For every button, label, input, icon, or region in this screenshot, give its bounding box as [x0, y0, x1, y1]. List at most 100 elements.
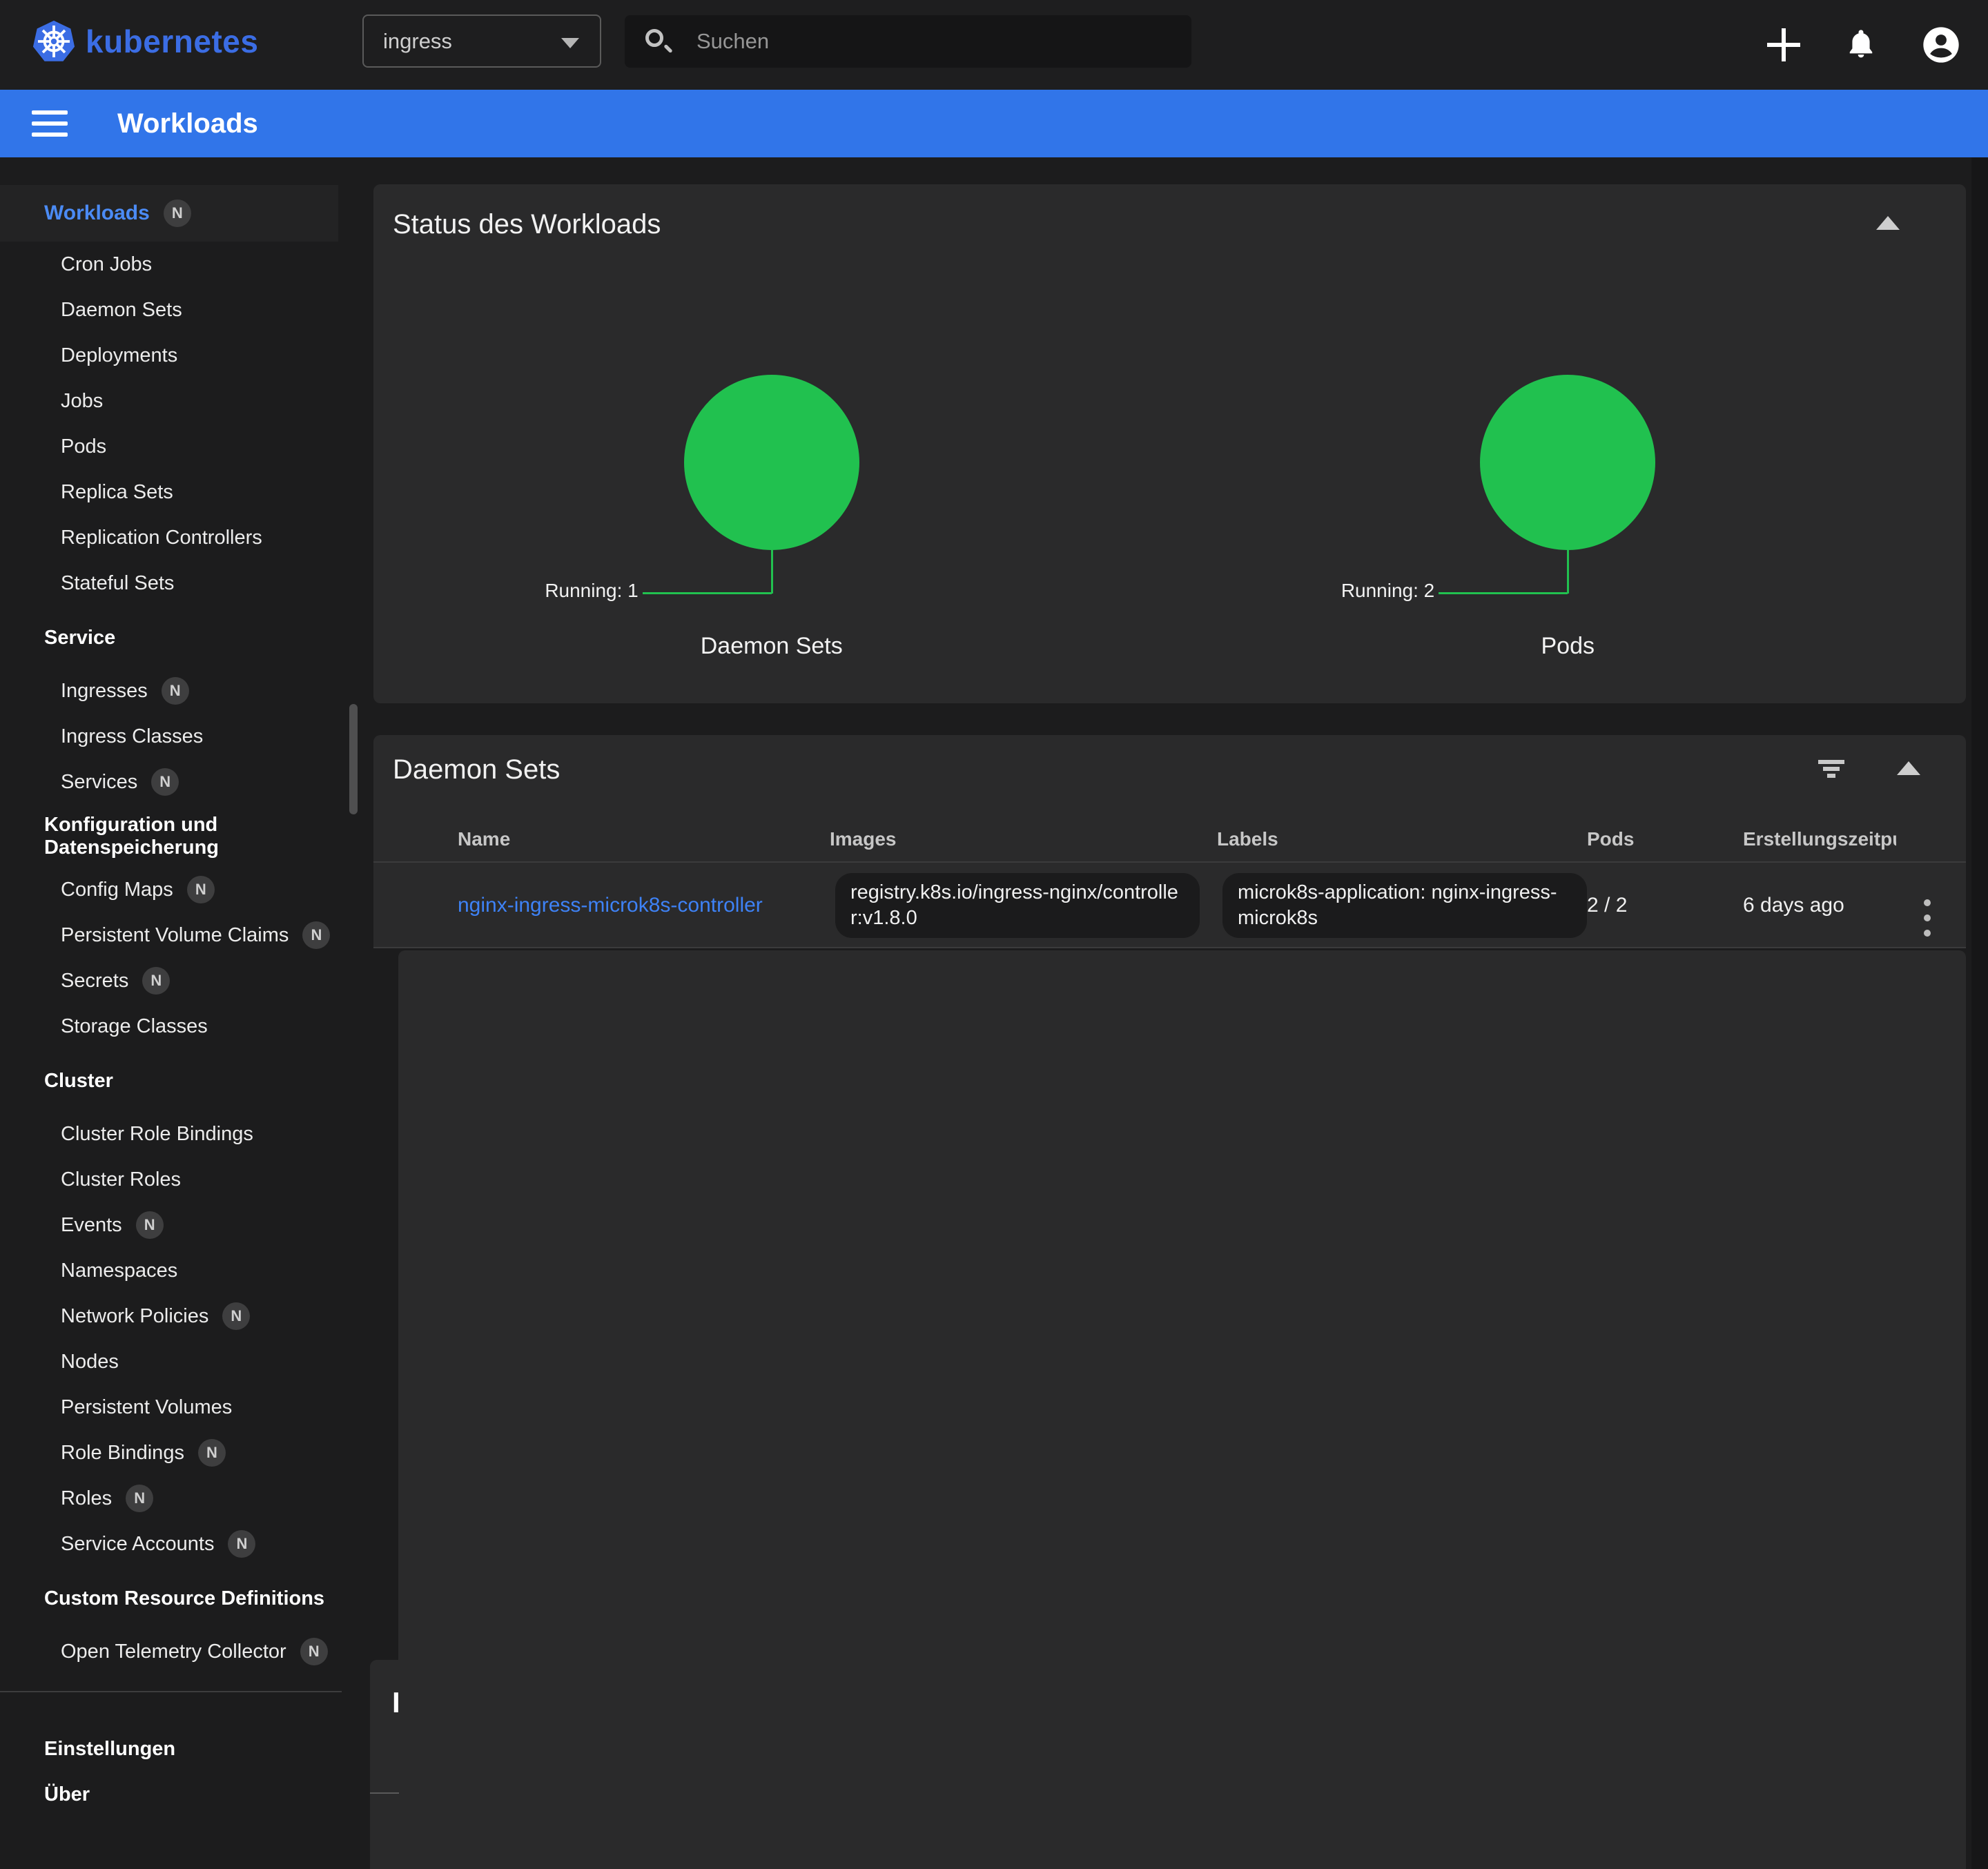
chart-callout: Running: 2 [1341, 580, 1435, 601]
column-header-pods: Pods [1587, 828, 1635, 850]
pie-chart [1480, 375, 1656, 550]
sidebar-item-open-telemetry-collector[interactable]: Open Telemetry Collector N [0, 1629, 349, 1674]
sidebar-item-label: Ingress Classes [61, 725, 204, 747]
page-title: Workloads [117, 108, 258, 139]
sidebar-item-network-policies[interactable]: Network Policies N [0, 1293, 349, 1339]
menu-hamburger-icon[interactable] [32, 110, 68, 137]
sidebar-item-label: Secrets [61, 969, 129, 992]
sidebar-item-label: Nodes [61, 1350, 119, 1373]
sidebar-item-ingresses[interactable]: Ingresses N [0, 668, 349, 714]
sidebar-item-label: Jobs [61, 389, 104, 412]
namespaced-badge: N [135, 1211, 164, 1239]
sidebar-item-replica-sets[interactable]: Replica Sets [0, 469, 349, 515]
sidebar-item-storage-classes[interactable]: Storage Classes [0, 1004, 349, 1049]
sidebar-item-config-maps[interactable]: Config Maps N [0, 867, 349, 912]
sidebar-item-label: Persistent Volume Claims [61, 923, 289, 946]
table-row: nginx-ingress-microk8s-controller registr… [373, 864, 1966, 948]
search-icon [644, 28, 673, 55]
namespaced-badge: N [151, 768, 179, 796]
pie-chart [683, 375, 859, 550]
namespaced-badge: N [161, 677, 189, 705]
sidebar-item-label: Workloads [44, 202, 150, 224]
chart-callout: Running: 1 [545, 580, 639, 601]
account-icon[interactable] [1922, 26, 1960, 64]
namespace-selector-value: ingress [383, 28, 452, 53]
sidebar-item-pods[interactable]: Pods [0, 424, 349, 469]
sidebar-item-daemon-sets[interactable]: Daemon Sets [0, 287, 349, 333]
sidebar-divider [0, 1691, 342, 1692]
partial-card-title: I [392, 1686, 399, 1719]
sidebar-item-jobs[interactable]: Jobs [0, 378, 349, 424]
sidebar-item-events[interactable]: Events N [0, 1202, 349, 1248]
column-header-name: Name [458, 828, 511, 850]
workload-status-title: Status des Workloads [393, 209, 661, 239]
namespace-selector[interactable]: ingress [362, 14, 601, 68]
sidebar-item-label: Pods [61, 435, 107, 458]
sidebar-item-ingress-classes[interactable]: Ingress Classes [0, 714, 349, 759]
status-chart-daemon-sets: Running: 1 Daemon Sets [373, 253, 1170, 695]
sidebar-item-label: Über [44, 1783, 90, 1806]
sidebar-item-cluster: Cluster [0, 1058, 349, 1104]
sidebar-item-replication-controllers[interactable]: Replication Controllers [0, 515, 349, 560]
namespaced-badge: N [163, 199, 191, 227]
daemon-sets-card: Daemon Sets Name Images Labels Pods Erstellu… [373, 735, 1966, 948]
sidebar-item-stateful-sets[interactable]: Stateful Sets [0, 560, 349, 606]
sidebar-nav: Workloads N Cron Jobs Daemon Sets Deployment… [0, 157, 349, 1869]
sidebar-item-label: Open Telemetry Collector [61, 1640, 286, 1663]
sidebar-item-role-bindings[interactable]: Role Bindings N [0, 1430, 349, 1476]
create-resource-plus-icon[interactable] [1767, 28, 1800, 61]
sidebar-item-roles[interactable]: Roles N [0, 1476, 349, 1521]
sidebar-item-cron-jobs[interactable]: Cron Jobs [0, 242, 349, 287]
search-input[interactable]: Suchen [625, 15, 1191, 68]
workload-status-card: Status des Workloads Running: 1 Daemon Se… [373, 184, 1966, 703]
namespaced-badge: N [186, 876, 215, 903]
status-chart-pods: Running: 2 Pods [1170, 253, 1967, 695]
sidebar-item-cluster-role-bindings[interactable]: Cluster Role Bindings [0, 1111, 349, 1157]
sidebar-item-namespaces[interactable]: Namespaces [0, 1248, 349, 1293]
sidebar-item-label: Events [61, 1213, 122, 1236]
sidebar-item-label: Storage Classes [61, 1015, 208, 1037]
kubernetes-logo[interactable]: kubernetes [32, 19, 258, 63]
sidebar-item-services[interactable]: Services N [0, 759, 349, 805]
sidebar-item-secrets[interactable]: Secrets N [0, 958, 349, 1004]
sidebar-item-label: Role Bindings [61, 1441, 184, 1464]
namespaced-badge: N [142, 967, 170, 995]
sidebar-item-label: Persistent Volumes [61, 1396, 233, 1418]
daemon-sets-title: Daemon Sets [393, 754, 561, 785]
namespaced-badge: N [302, 921, 331, 949]
sidebar-item-label: Einstellungen [44, 1737, 176, 1760]
daemonset-name-link[interactable]: nginx-ingress-microk8s-controller [458, 894, 763, 917]
sidebar-item-label: Service Accounts [61, 1532, 215, 1555]
filter-icon[interactable] [1818, 760, 1844, 778]
partial-card: I [370, 1660, 399, 1869]
sidebar-item-service-accounts[interactable]: Service Accounts N [0, 1521, 349, 1567]
page-scrollbar[interactable] [1971, 157, 1988, 1869]
sidebar-item-label: Service [44, 626, 116, 649]
image-chip: registry.k8s.io/ingress-nginx/controller… [835, 873, 1200, 938]
sidebar-item-deployments[interactable]: Deployments [0, 333, 349, 378]
sidebar-item-ber[interactable]: Über [0, 1772, 349, 1817]
sidebar-item-cluster-roles[interactable]: Cluster Roles [0, 1157, 349, 1202]
sidebar-item-persistent-volume-claims[interactable]: Persistent Volume Claims N [0, 912, 349, 958]
namespaced-badge: N [228, 1530, 256, 1558]
sidebar-item-nodes[interactable]: Nodes [0, 1339, 349, 1384]
divider [370, 1792, 399, 1794]
sidebar-item-einstellungen[interactable]: Einstellungen [0, 1726, 349, 1772]
sidebar-item-label: Replication Controllers [61, 526, 262, 549]
collapse-up-icon[interactable] [1897, 761, 1920, 775]
column-header-erstellungszeitpunkt: Erstellungszeitpunkt [1743, 828, 1896, 850]
created-timestamp: 6 days ago [1743, 894, 1844, 917]
sidebar-item-label: Cluster Roles [61, 1168, 182, 1191]
sidebar-scrollbar[interactable] [349, 704, 358, 814]
collapse-up-icon[interactable] [1876, 216, 1900, 230]
sidebar-item-label: Roles [61, 1487, 113, 1509]
sidebar-item-label: Namespaces [61, 1259, 178, 1282]
sidebar-item-konfiguration-und-datenspeicherung: Konfiguration und Datenspeicherung [0, 814, 349, 859]
notifications-bell-icon[interactable] [1843, 27, 1879, 63]
column-header-images: Images [830, 828, 897, 850]
sidebar-item-label: Ingresses [61, 679, 148, 702]
sidebar-item-workloads[interactable]: Workloads N [0, 185, 338, 242]
namespaced-badge: N [222, 1302, 251, 1330]
sidebar-item-label: Services [61, 770, 138, 793]
sidebar-item-persistent-volumes[interactable]: Persistent Volumes [0, 1384, 349, 1430]
